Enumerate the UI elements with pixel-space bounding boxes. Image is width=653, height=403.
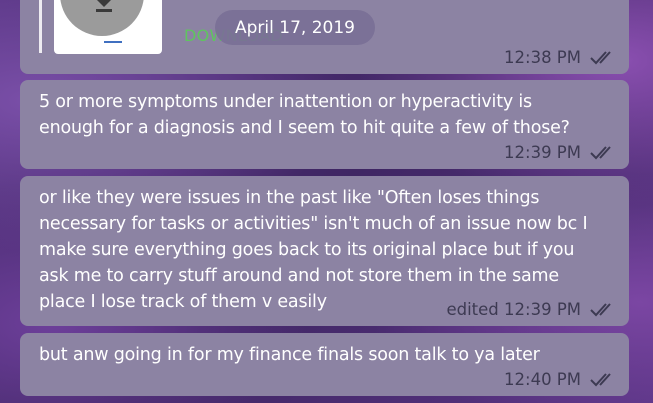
message-text: but anw going in for my finance finals s… bbox=[39, 342, 540, 368]
message-time: 12:39 PM bbox=[504, 142, 581, 162]
message-meta: 12:39 PM bbox=[504, 141, 617, 163]
message-line: make sure everything goes back to its or… bbox=[39, 240, 575, 260]
message-line: 5 or more symptoms under inattention or … bbox=[39, 92, 532, 112]
message-bubble[interactable]: 5 or more symptoms under inattention or … bbox=[20, 80, 629, 169]
message-line: or like they were issues in the past lik… bbox=[39, 188, 540, 208]
double-check-icon bbox=[590, 51, 611, 65]
message-bubble[interactable]: but anw going in for my finance finals s… bbox=[20, 333, 629, 396]
message-text: or like they were issues in the past lik… bbox=[39, 185, 588, 315]
document-text-line bbox=[104, 41, 122, 43]
document-thumbnail[interactable] bbox=[54, 0, 162, 54]
message-time: 12:38 PM bbox=[504, 47, 581, 67]
message-line: but anw going in for my finance finals s… bbox=[39, 345, 540, 365]
message-meta: 12:38 PM bbox=[504, 46, 617, 68]
message-meta: edited 12:39 PM bbox=[446, 298, 617, 320]
message-text: 5 or more symptoms under inattention or … bbox=[39, 89, 570, 141]
double-check-icon bbox=[590, 146, 611, 160]
double-check-icon bbox=[590, 303, 611, 317]
double-check-icon bbox=[590, 373, 611, 387]
message-bubble[interactable]: or like they were issues in the past lik… bbox=[20, 176, 629, 326]
date-separator: April 17, 2019 bbox=[215, 10, 375, 45]
message-meta: 12:40 PM bbox=[504, 368, 617, 390]
message-time: edited 12:39 PM bbox=[446, 299, 581, 319]
message-line: ask me to carry stuff around and not sto… bbox=[39, 266, 559, 286]
message-line: enough for a diagnosis and I seem to hit… bbox=[39, 118, 570, 138]
message-time: 12:40 PM bbox=[504, 369, 581, 389]
message-line: necessary for tasks or activities" isn't… bbox=[39, 214, 588, 234]
reply-bar bbox=[39, 0, 42, 53]
download-arrow-icon bbox=[96, 0, 112, 12]
